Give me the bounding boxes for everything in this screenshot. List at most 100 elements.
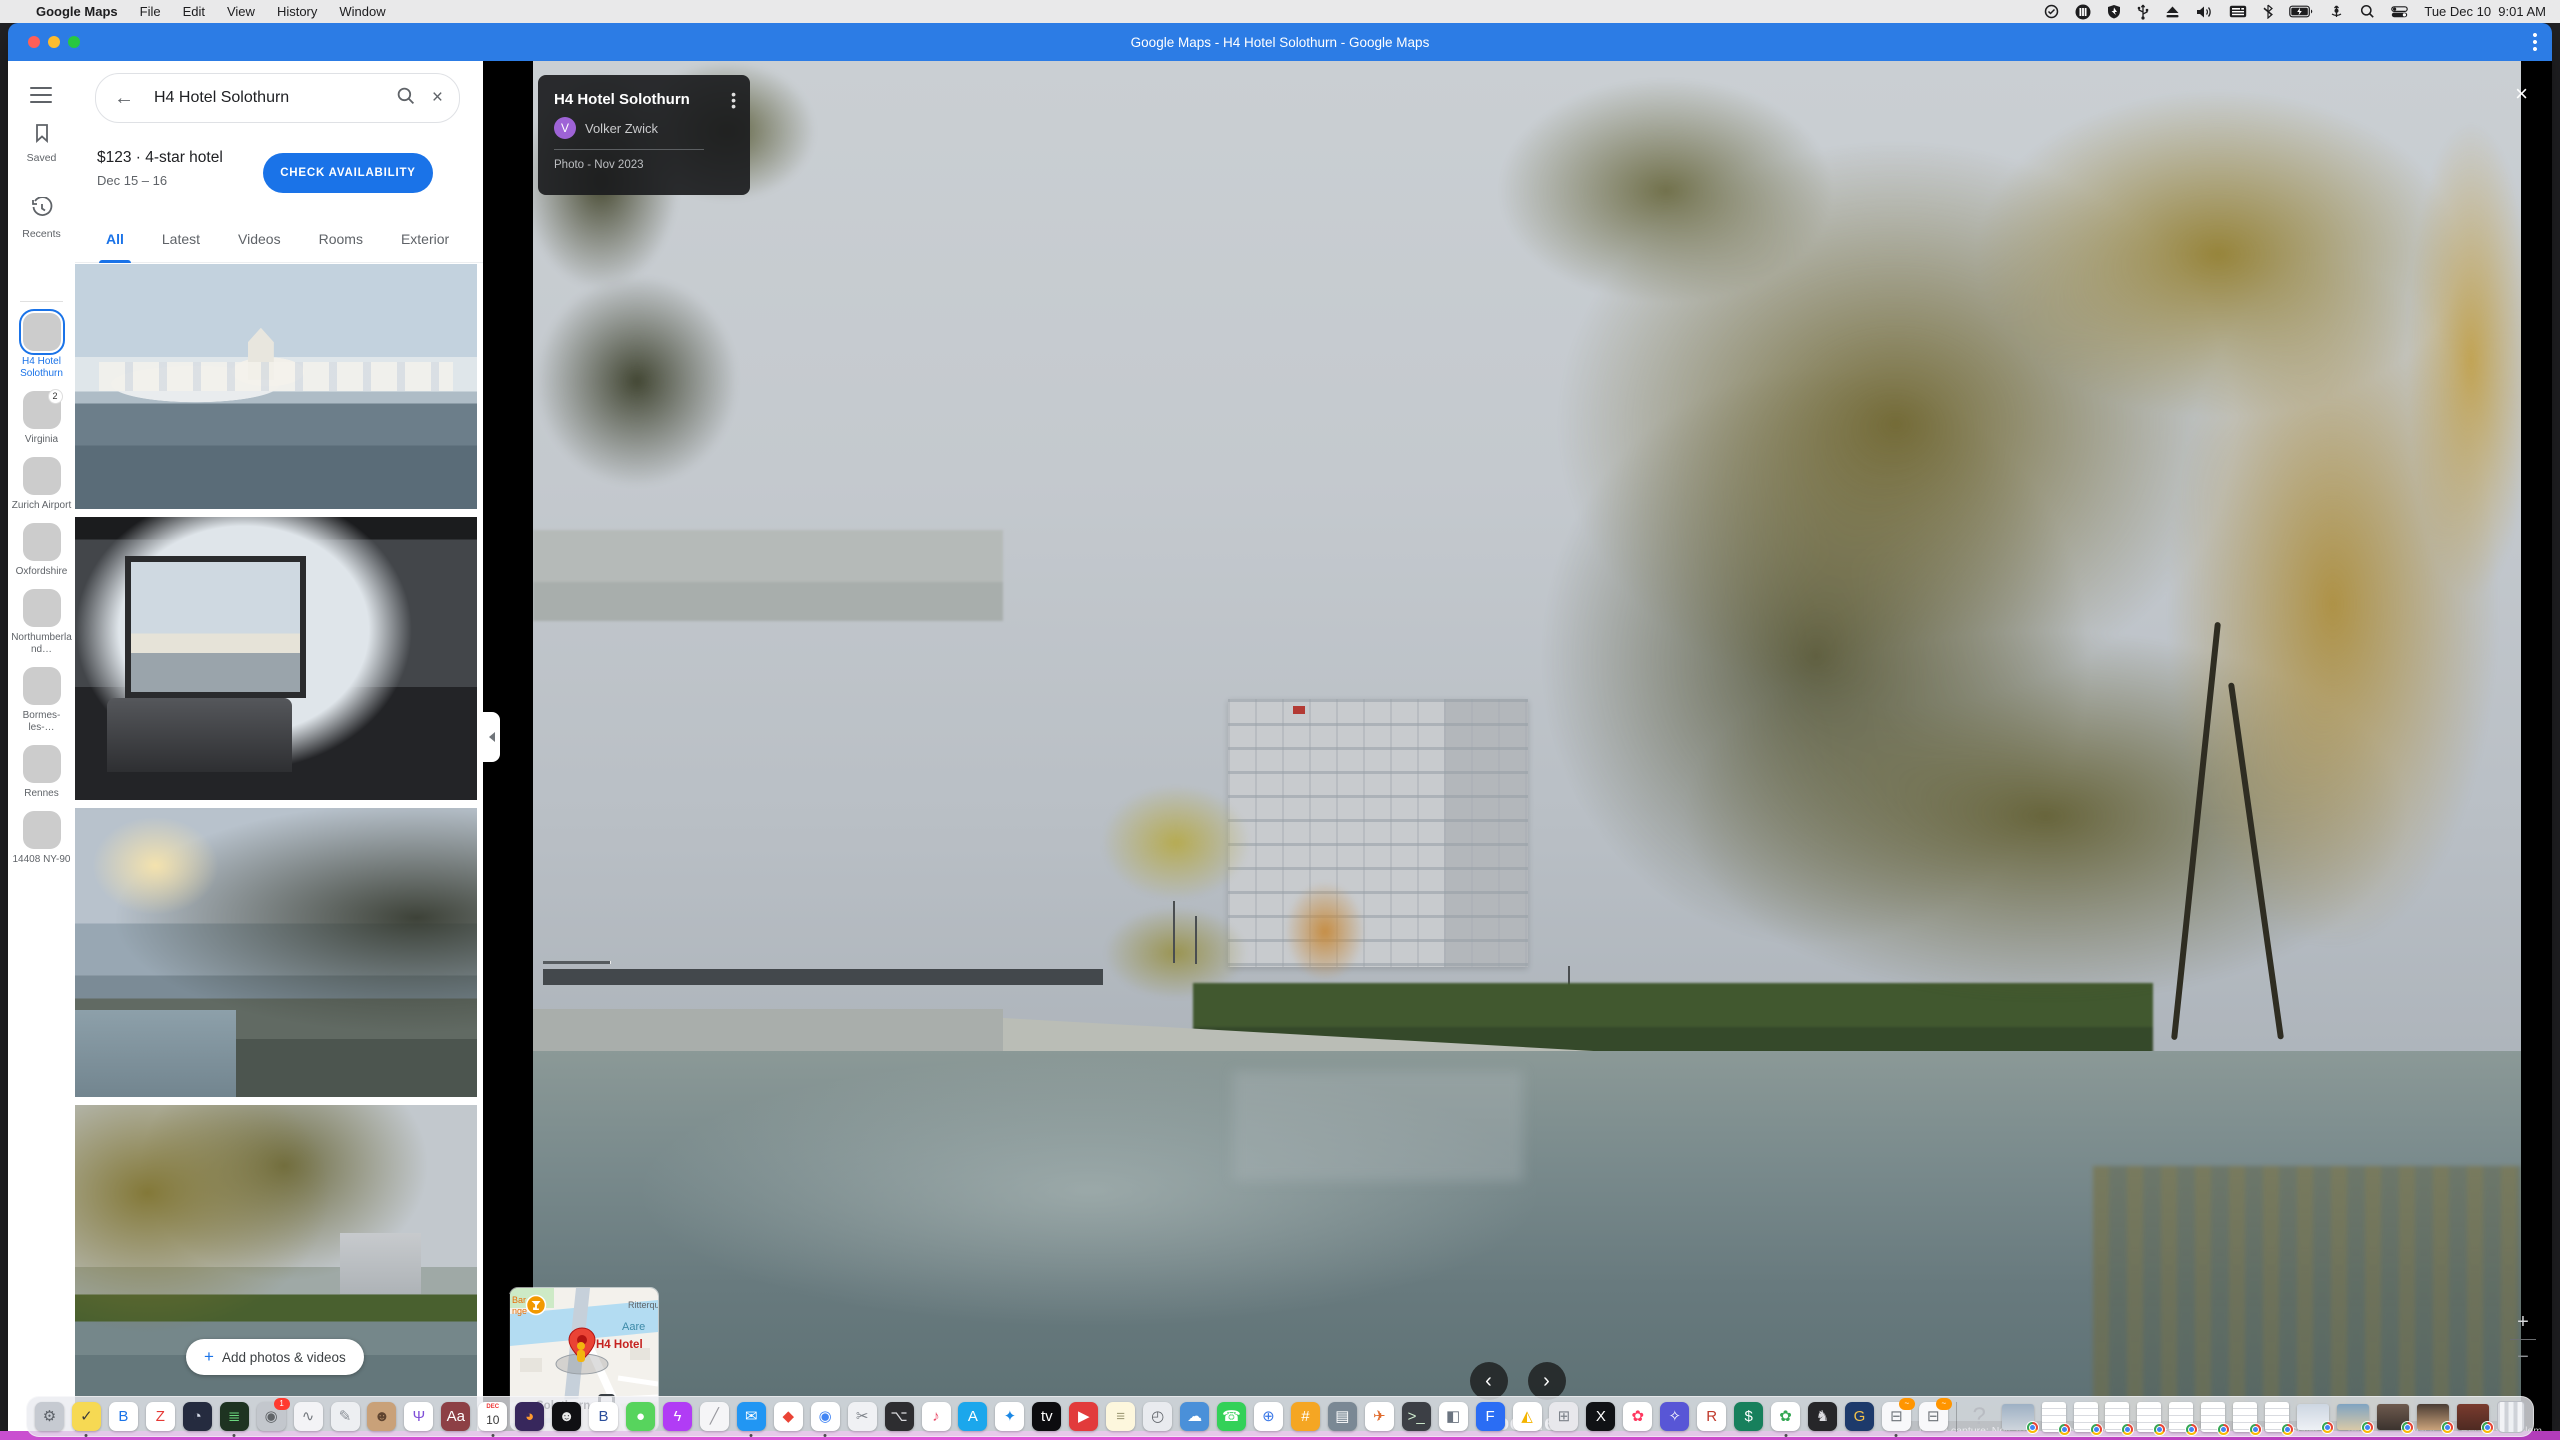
dock-document-icon[interactable] (2105, 1402, 2129, 1432)
dock-app-icon-37[interactable]: >_ (1402, 1402, 1431, 1431)
dock-app-icon-9[interactable]: ☻ (367, 1402, 396, 1431)
tab-videos[interactable]: Videos (219, 219, 300, 263)
menu-app-name[interactable]: Google Maps (36, 4, 118, 19)
clear-search-icon[interactable]: × (432, 87, 443, 109)
dock-app-icon-11[interactable]: Aa (441, 1402, 470, 1431)
main-menu-icon[interactable] (30, 87, 52, 103)
dock-app-icon-12[interactable]: DEC10 (478, 1402, 507, 1431)
sync-status-icon[interactable] (2044, 4, 2059, 19)
add-photos-button[interactable]: + Add photos & videos (186, 1339, 364, 1375)
check-availability-button[interactable]: CHECK AVAILABILITY (263, 153, 433, 193)
eject-icon[interactable] (2165, 5, 2180, 19)
photo-thumbnail-hotel-room-window[interactable] (75, 517, 477, 800)
dock-app-icon-43[interactable]: ✿ (1623, 1402, 1652, 1431)
volume-icon[interactable] (2196, 5, 2213, 19)
dock-app-icon-10[interactable]: Ψ (404, 1402, 433, 1431)
menu-item-edit[interactable]: Edit (183, 4, 205, 19)
dock-app-icon-5[interactable]: ≣ (220, 1402, 249, 1431)
dock-app-icon-46[interactable]: $ (1734, 1402, 1763, 1431)
dock-app-icon-45[interactable]: R (1697, 1402, 1726, 1431)
recent-place-bormes-les-[interactable]: Bormes-les-… (8, 667, 75, 734)
battery-icon[interactable] (2289, 5, 2313, 18)
dock-app-icon-50[interactable]: ⊟~ (1882, 1402, 1911, 1431)
menu-bar-clock[interactable]: Tue Dec 10 9:01 AM (2424, 4, 2546, 19)
tab-food[interactable]: Food (468, 219, 483, 263)
dock-document-icon[interactable] (2233, 1402, 2257, 1432)
dock-app-icon-27[interactable]: tv (1032, 1402, 1061, 1431)
media-app-icon[interactable] (2075, 4, 2091, 20)
dock-app-icon-6[interactable]: ◉1 (257, 1402, 286, 1431)
dock-document-icon[interactable] (2074, 1402, 2098, 1432)
dock-app-icon-16[interactable]: ● (626, 1402, 655, 1431)
next-photo-button[interactable]: › (1528, 1362, 1566, 1400)
menu-item-view[interactable]: View (227, 4, 255, 19)
dock-app-icon-20[interactable]: ◆ (774, 1402, 803, 1431)
dock-app-icon-7[interactable]: ∿ (294, 1402, 323, 1431)
dock-app-icon-26[interactable]: ✦ (995, 1402, 1024, 1431)
photo-thumbnail-autumn-river[interactable] (75, 1105, 477, 1440)
menu-item-history[interactable]: History (277, 4, 317, 19)
search-icon[interactable] (396, 86, 416, 111)
dock-missing-app-icon[interactable]: ? (1965, 1402, 1994, 1431)
dock-window-thumbnail[interactable] (2337, 1404, 2369, 1430)
dock-app-icon-30[interactable]: ◴ (1143, 1402, 1172, 1431)
shield-icon[interactable] (2107, 4, 2121, 19)
dock-app-icon-17[interactable]: ϟ (663, 1402, 692, 1431)
author-name[interactable]: Volker Zwick (585, 121, 658, 136)
search-query[interactable]: H4 Hotel Solothurn (154, 89, 396, 107)
dock-app-icon-29[interactable]: ≡ (1106, 1402, 1135, 1431)
sidebar-item-saved[interactable]: Saved (8, 123, 75, 164)
hotel-dates[interactable]: Dec 15 – 16 (97, 173, 223, 188)
photo-thumbnail-snowy-old-town[interactable] (75, 264, 477, 509)
dock-app-icon-2[interactable]: B (109, 1402, 138, 1431)
dock-app-icon-35[interactable]: ▤ (1328, 1402, 1357, 1431)
spotlight-icon[interactable] (2360, 4, 2375, 19)
recent-place-virginia[interactable]: 2Virginia (8, 391, 75, 446)
main-photo-autumn-river[interactable] (533, 61, 2521, 1440)
dock-app-icon-22[interactable]: ✂ (848, 1402, 877, 1431)
menu-item-file[interactable]: File (140, 4, 161, 19)
recent-place-zurich-airport[interactable]: Zurich Airport (8, 457, 75, 512)
dock-app-icon-48[interactable]: ♞ (1808, 1402, 1837, 1431)
dock-app-icon-24[interactable]: ♪ (922, 1402, 951, 1431)
search-box[interactable]: ← H4 Hotel Solothurn × (95, 73, 460, 123)
previous-photo-button[interactable]: ‹ (1470, 1362, 1508, 1400)
dock-app-icon-40[interactable]: ◭ (1513, 1402, 1542, 1431)
collapse-panel-handle[interactable] (483, 712, 500, 762)
recent-place-rennes[interactable]: Rennes (8, 745, 75, 800)
dock-app-icon-49[interactable]: G (1845, 1402, 1874, 1431)
dock-app-icon-31[interactable]: ☁ (1180, 1402, 1209, 1431)
dock-window-thumbnail[interactable] (2377, 1404, 2409, 1430)
dock-app-icon-41[interactable]: ⊞ (1549, 1402, 1578, 1431)
dock-app-icon-21[interactable]: ◉ (811, 1402, 840, 1431)
dock-app-icon-42[interactable]: X (1586, 1402, 1615, 1431)
dock-app-icon-1[interactable]: ✓ (72, 1402, 101, 1431)
dock-app-icon-51[interactable]: ⊟~ (1919, 1402, 1948, 1431)
dock-app-icon-18[interactable]: ╱ (700, 1402, 729, 1431)
menu-item-window[interactable]: Window (339, 4, 385, 19)
input-source-icon[interactable] (2229, 5, 2247, 18)
dock-app-icon-14[interactable]: ☻ (552, 1402, 581, 1431)
tab-latest[interactable]: Latest (143, 219, 219, 263)
dock-app-icon-15[interactable]: B (589, 1402, 618, 1431)
tab-all[interactable]: All (87, 219, 143, 263)
photo-thumbnail-riverside-dusk[interactable] (75, 808, 477, 1097)
trash-icon[interactable] (2497, 1401, 2525, 1433)
dock-app-icon-36[interactable]: ✈ (1365, 1402, 1394, 1431)
dock-app-icon-32[interactable]: ☎ (1217, 1402, 1246, 1431)
dock-app-icon-39[interactable]: F (1476, 1402, 1505, 1431)
dock-document-icon[interactable] (2201, 1402, 2225, 1432)
dock-window-thumbnail[interactable] (2417, 1404, 2449, 1430)
zoom-in-button[interactable]: + (2508, 1309, 2538, 1335)
photo-card-menu-icon[interactable]: ••• (731, 91, 736, 109)
back-arrow-icon[interactable]: ← (114, 87, 134, 110)
dock-app-icon-0[interactable]: ⚙ (35, 1402, 64, 1431)
dock-app-icon-28[interactable]: ▶ (1069, 1402, 1098, 1431)
bluetooth-icon[interactable] (2263, 4, 2273, 19)
dock-app-icon-34[interactable]: # (1291, 1402, 1320, 1431)
dock-document-icon[interactable] (2169, 1402, 2193, 1432)
recent-place-oxfordshire[interactable]: Oxfordshire (8, 523, 75, 578)
wind-accessibility-icon[interactable] (2329, 4, 2344, 19)
zoom-out-button[interactable]: − (2508, 1344, 2538, 1370)
tab-rooms[interactable]: Rooms (300, 219, 382, 263)
